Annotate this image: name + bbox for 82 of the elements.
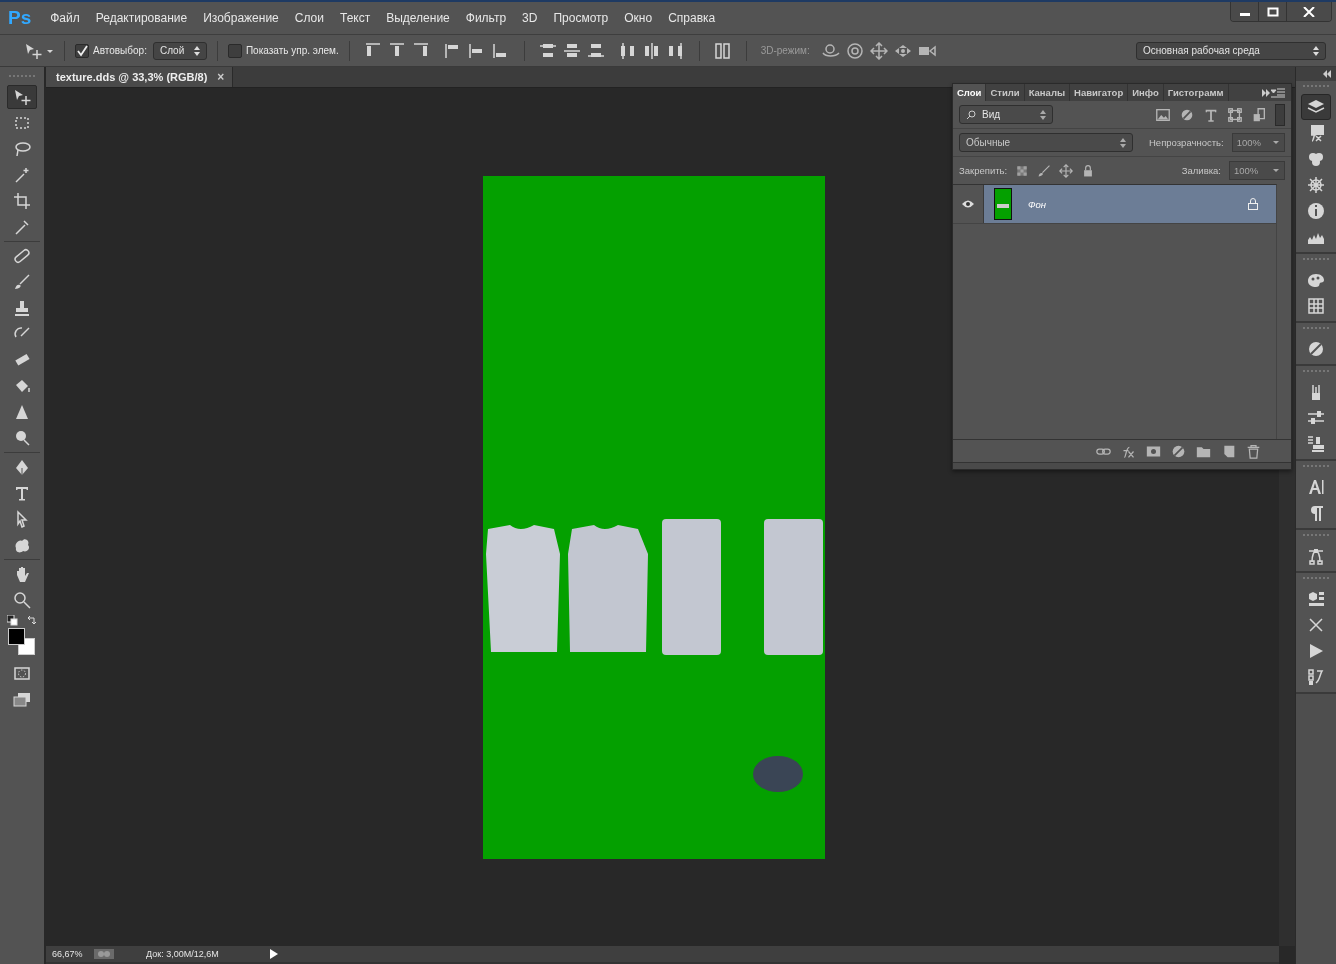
move-arrows-icon[interactable]: [1059, 163, 1074, 178]
minimize-icon: [1239, 13, 1250, 16]
menu-item[interactable]: Изображение: [196, 8, 286, 28]
app-logo: Ps: [8, 7, 32, 29]
align-icon[interactable]: [642, 41, 661, 60]
menu-item[interactable]: Справка: [661, 8, 723, 28]
layer-thumbnail: [994, 188, 1012, 220]
filter-select[interactable]: Вид: [959, 105, 1053, 124]
panel-tab[interactable]: Инфо: [1128, 84, 1164, 101]
swap-arrows-icon[interactable]: [26, 615, 37, 626]
eye-icon[interactable]: [962, 200, 974, 208]
panel-tab[interactable]: Навигатор: [1070, 84, 1129, 101]
menu-item[interactable]: Редактирование: [88, 8, 195, 28]
zoom-level: 66,67%: [52, 949, 84, 959]
align-icon[interactable]: [666, 41, 685, 60]
move-tool-icon: [24, 41, 54, 60]
menu-item[interactable]: Выделение: [379, 8, 457, 28]
align-icon[interactable]: [538, 41, 557, 60]
menu-item[interactable]: Файл: [43, 8, 87, 28]
panel-tab[interactable]: Слои: [953, 84, 987, 101]
close-tab-button[interactable]: ×: [217, 70, 225, 84]
transform-box-icon[interactable]: [1227, 106, 1243, 123]
orbit-icon[interactable]: [821, 41, 840, 60]
color-swatches[interactable]: [8, 628, 36, 656]
3d-mode-label: 3D-режим:: [760, 45, 810, 56]
half-circle-icon[interactable]: [1171, 443, 1186, 459]
default-colors-icon[interactable]: [7, 615, 18, 626]
close-button[interactable]: [1287, 2, 1331, 21]
checker-icon[interactable]: [1015, 163, 1030, 178]
layers-icon[interactable]: [1301, 94, 1331, 120]
blend-mode-select[interactable]: Обычные: [959, 133, 1133, 152]
collapse-icon[interactable]: [1322, 70, 1332, 78]
maximize-icon: [1266, 6, 1279, 17]
updown-arrows-icon: [193, 45, 200, 56]
workspace-select[interactable]: Основная рабочая среда: [1136, 41, 1326, 60]
document-tab[interactable]: texture.dds @ 33,3% (RGB/8) ×: [46, 67, 234, 87]
image-icon[interactable]: [1155, 106, 1171, 123]
menu-item[interactable]: Просмотр: [546, 8, 616, 28]
maximize-button[interactable]: [1259, 2, 1287, 21]
lock-label: Закрепить:: [959, 165, 1008, 176]
move-tool-icon[interactable]: [7, 85, 37, 109]
opacity-label: Непрозрачность:: [1149, 137, 1224, 148]
filter-toggle[interactable]: [1275, 103, 1285, 126]
dropdown-arrow-icon: [1273, 141, 1279, 144]
panel-tab[interactable]: Гистограмм: [1163, 84, 1229, 101]
align-icon[interactable]: [618, 41, 637, 60]
updown-arrows-icon: [1040, 109, 1046, 120]
panel-tab[interactable]: Стили: [986, 84, 1025, 101]
align-icon[interactable]: [713, 41, 732, 60]
updown-arrows-icon: [1313, 45, 1319, 56]
new-page-icon[interactable]: [1221, 443, 1236, 459]
play-icon[interactable]: [270, 949, 278, 959]
layer-name: Фон: [1028, 198, 1047, 210]
align-icon[interactable]: [586, 41, 605, 60]
pan-icon[interactable]: [869, 41, 888, 60]
close-icon: [1303, 6, 1315, 17]
updown-arrows-icon: [1120, 137, 1126, 148]
dropdown-arrow-icon: [1273, 169, 1279, 172]
document-size: Док: 3,00M/12,6M: [146, 949, 220, 959]
fill-label: Заливка:: [1181, 165, 1221, 176]
brush-icon[interactable]: [1037, 163, 1052, 178]
minimize-button[interactable]: [1231, 2, 1259, 21]
show-controls-checkbox[interactable]: Показать упр. элем.: [227, 43, 339, 58]
smart-object-icon[interactable]: [1251, 106, 1267, 123]
layer-row[interactable]: Фон: [953, 185, 1276, 224]
search-icon: [966, 109, 976, 120]
gears-icon: [94, 949, 114, 959]
menu-item[interactable]: 3D: [515, 8, 545, 28]
panel-resize-grip[interactable]: [953, 462, 1291, 469]
trash-icon[interactable]: [1246, 443, 1261, 459]
tool-preset-button[interactable]: [24, 41, 54, 60]
roll-icon[interactable]: [845, 41, 864, 60]
menu-item[interactable]: Окно: [617, 8, 660, 28]
target-select[interactable]: Слой: [152, 41, 207, 60]
menu-item[interactable]: Фильтр: [458, 8, 514, 28]
menu-item[interactable]: Текст: [332, 8, 378, 28]
panel-tab[interactable]: Каналы: [1024, 84, 1071, 101]
document-title: texture.dds @ 33,3% (RGB/8): [56, 71, 208, 83]
menu-item[interactable]: Слои: [287, 8, 331, 28]
auto-select-checkbox[interactable]: Автовыбор:: [75, 43, 147, 58]
align-icon[interactable]: [562, 41, 581, 60]
checkmark-icon: [76, 44, 88, 57]
